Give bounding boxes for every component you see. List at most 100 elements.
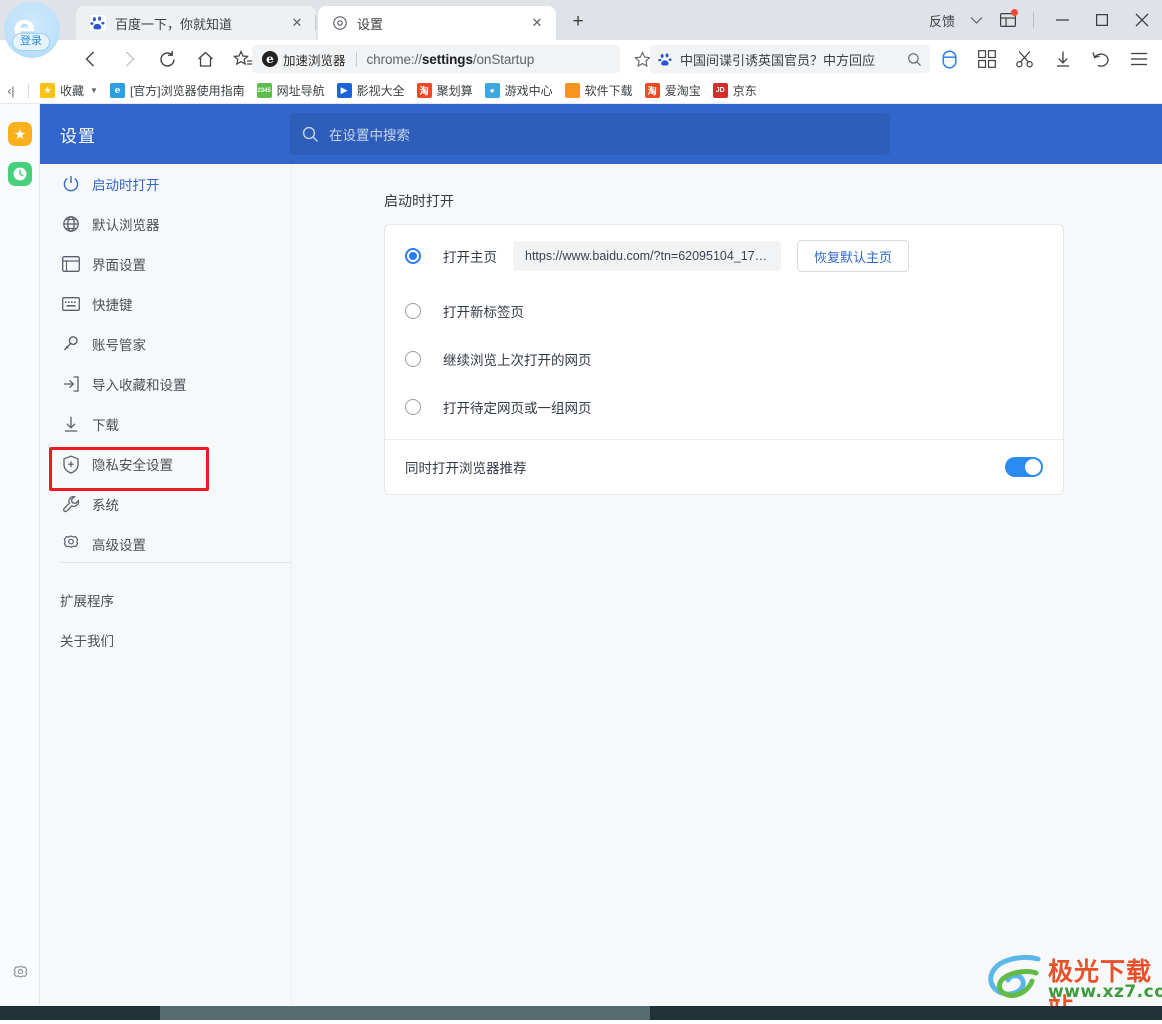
login-button[interactable]: 登录 — [12, 33, 50, 51]
rail-settings-icon[interactable] — [10, 963, 30, 983]
site-identity: e 加速浏览器 — [262, 50, 346, 69]
browser-mouse-icon[interactable] — [930, 40, 968, 78]
site-name: 加速浏览器 — [283, 50, 346, 69]
split-view-icon[interactable] — [991, 0, 1025, 40]
wrench-icon — [62, 495, 92, 513]
bookmark-games[interactable]: ● 游戏中心 — [480, 81, 558, 101]
download-icon[interactable] — [1044, 40, 1082, 78]
startup-options-card: 打开主页 https://www.baidu.com/?tn=62095104_… — [384, 224, 1064, 495]
settings-search-input[interactable]: 在设置中搜索 — [290, 113, 890, 155]
window-controls: 反馈 — [919, 0, 1162, 40]
bookmark-video[interactable]: ▶ 影视大全 — [332, 81, 410, 101]
new-tab-button[interactable]: + — [564, 8, 592, 36]
page-title: 设置 — [60, 122, 96, 147]
guide-icon: e — [110, 83, 125, 98]
sidebar-item-account[interactable]: 账号管家 — [40, 324, 292, 364]
sidebar-item-shortcuts[interactable]: 快捷键 — [40, 284, 292, 324]
minimize-button[interactable] — [1042, 0, 1082, 40]
undo-icon[interactable] — [1082, 40, 1120, 78]
browser-e-icon: e — [262, 51, 278, 67]
bookmark-software[interactable]: 软件下载 — [560, 81, 638, 101]
import-icon — [62, 375, 92, 393]
sidebar-item-system[interactable]: 系统 — [40, 484, 292, 524]
feedback-button[interactable]: 反馈 — [919, 0, 961, 40]
watermark: 极光下载站 www.xz7.com — [986, 950, 1154, 1006]
radio-button[interactable] — [405, 351, 421, 367]
startup-option-homepage[interactable]: 打开主页 https://www.baidu.com/?tn=62095104_… — [385, 225, 1063, 287]
apps-grid-icon[interactable] — [968, 40, 1006, 78]
taskbar-active-segment — [160, 1006, 650, 1020]
address-bar[interactable]: e 加速浏览器 chrome://settings/onStartup — [252, 45, 620, 73]
title-bar: e 登录 百度一下，你就知道 ✕ 设置 ✕ + 反馈 — [0, 0, 1162, 40]
sidebar-item-label: 高级设置 — [92, 534, 146, 554]
search-icon — [302, 126, 319, 143]
close-button[interactable] — [1122, 0, 1162, 40]
radio-button[interactable] — [405, 399, 421, 415]
bookmark-favorites[interactable]: ★ 收藏 ▼ — [35, 81, 103, 101]
shield-plus-icon — [62, 455, 92, 474]
sidebar-item-interface[interactable]: 界面设置 — [40, 244, 292, 284]
tab-close-button[interactable]: ✕ — [286, 12, 308, 34]
rail-history-icon[interactable] — [8, 162, 32, 186]
sidebar-item-label: 导入收藏和设置 — [92, 374, 187, 394]
sidebar-item-startup[interactable]: 启动时打开 — [40, 164, 292, 204]
sidebar-item-label: 界面设置 — [92, 254, 146, 274]
sidebar-item-download[interactable]: 下载 — [40, 404, 292, 444]
option-label: 继续浏览上次打开的网页 — [443, 349, 592, 369]
bookmark-guide[interactable]: e [官方]浏览器使用指南 — [105, 81, 250, 101]
search-bar[interactable]: 中国间谍引诱英国官员？中方回应 — [650, 45, 930, 73]
homepage-url-input[interactable]: https://www.baidu.com/?tn=62095104_17… — [513, 241, 781, 271]
rail-favorites-icon[interactable]: ★ — [8, 122, 32, 146]
startup-option-specific-pages[interactable]: 打开待定网页或一组网页 — [385, 383, 1063, 431]
reload-icon[interactable] — [148, 40, 186, 78]
scissors-icon[interactable] — [1006, 40, 1044, 78]
startup-option-continue[interactable]: 继续浏览上次打开的网页 — [385, 335, 1063, 383]
baidu-icon — [90, 15, 106, 31]
sidebar-item-privacy-security[interactable]: 隐私安全设置 — [40, 444, 292, 484]
tab-settings[interactable]: 设置 ✕ — [318, 6, 556, 40]
sidebar-item-label: 快捷键 — [92, 294, 133, 314]
key-icon — [62, 335, 92, 353]
bookmark-jd[interactable]: JD 京东 — [708, 81, 762, 101]
tab-baidu[interactable]: 百度一下，你就知道 ✕ — [76, 6, 316, 40]
sidebar-item-label: 扩展程序 — [60, 590, 114, 610]
radio-button[interactable] — [405, 303, 421, 319]
home-icon[interactable] — [186, 40, 224, 78]
bookmark-nav[interactable]: 2345 网址导航 — [252, 81, 330, 101]
sidebar-item-default-browser[interactable]: 默认浏览器 — [40, 204, 292, 244]
tab-close-button[interactable]: ✕ — [526, 12, 548, 34]
bookmark-label: 聚划算 — [437, 82, 473, 99]
nav-icon: 2345 — [257, 83, 272, 98]
sidebar-item-label: 下载 — [92, 414, 119, 434]
bookmarks-bar: ‹| ★ 收藏 ▼ e [官方]浏览器使用指南 2345 网址导航 ▶ 影视大全… — [0, 78, 1162, 104]
sidebar-item-label: 隐私安全设置 — [92, 454, 173, 474]
notification-dot — [1011, 9, 1018, 16]
bookmark-juhuasuan[interactable]: 淘 聚划算 — [412, 81, 478, 101]
sidebar-item-advanced[interactable]: 高级设置 — [40, 524, 292, 564]
chevron-down-icon[interactable]: ▼ — [90, 86, 98, 95]
url-text: chrome://settings/onStartup — [367, 52, 535, 67]
browser-recommend-toggle[interactable] — [1005, 457, 1043, 477]
back-icon[interactable] — [72, 40, 110, 78]
search-icon[interactable] — [907, 52, 922, 67]
sidebar-item-label: 关于我们 — [60, 630, 114, 650]
browser-logo: e 登录 — [4, 2, 60, 58]
restore-default-homepage-button[interactable]: 恢复默认主页 — [797, 240, 909, 272]
bookmark-label: 软件下载 — [585, 82, 633, 99]
bookmarks-scroll-left-icon[interactable]: ‹| — [0, 84, 22, 98]
watermark-subtitle: www.xz7.com — [1048, 982, 1162, 1002]
jd-icon: JD — [713, 83, 728, 98]
startup-option-newtab[interactable]: 打开新标签页 — [385, 287, 1063, 335]
sidebar-item-about[interactable]: 关于我们 — [40, 620, 292, 660]
sidebar-item-extensions[interactable]: 扩展程序 — [40, 580, 292, 620]
sidebar-item-import[interactable]: 导入收藏和设置 — [40, 364, 292, 404]
radio-button[interactable] — [405, 248, 421, 264]
settings-search-placeholder: 在设置中搜索 — [329, 124, 410, 144]
menu-icon[interactable] — [1120, 40, 1158, 78]
maximize-button[interactable] — [1082, 0, 1122, 40]
forward-icon[interactable] — [110, 40, 148, 78]
bookmark-label: [官方]浏览器使用指南 — [130, 82, 245, 99]
bookmark-aitaobao[interactable]: 淘 爱淘宝 — [640, 81, 706, 101]
toolbar-right-icons — [930, 40, 1158, 78]
chevron-down-icon[interactable] — [961, 0, 991, 40]
